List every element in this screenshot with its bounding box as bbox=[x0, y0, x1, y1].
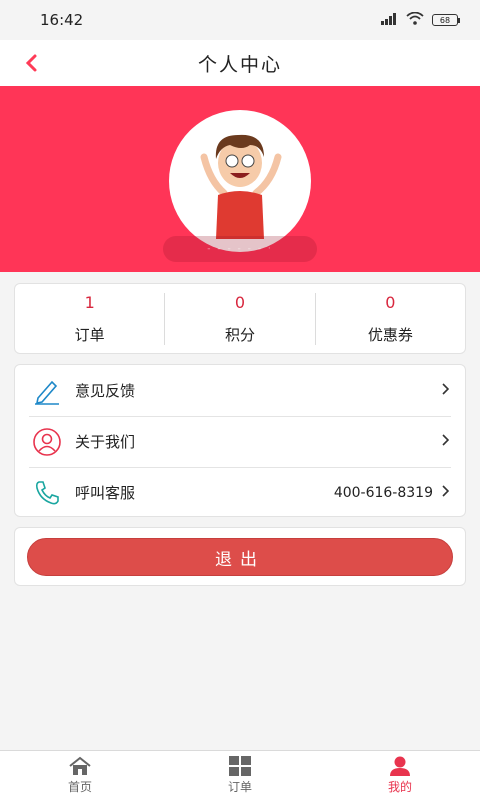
stat-label: 优惠券 bbox=[367, 325, 413, 344]
stat-value: 0 bbox=[385, 292, 396, 312]
stat-value: 1 bbox=[84, 292, 95, 312]
chevron-left-icon bbox=[25, 54, 37, 72]
profile-header: - - - - - - · bbox=[0, 86, 480, 272]
stat-label: 积分 bbox=[224, 325, 255, 344]
status-icons: 68 bbox=[380, 11, 460, 29]
tab-label: 首页 bbox=[67, 780, 92, 794]
battery-icon: 68 bbox=[432, 14, 460, 26]
menu-item-feedback[interactable]: 意见反馈 bbox=[15, 365, 465, 416]
tab-label: 订单 bbox=[227, 780, 252, 794]
user-icon bbox=[31, 426, 63, 458]
person-icon bbox=[390, 756, 410, 776]
pencil-icon bbox=[31, 375, 63, 407]
menu-item-label: 意见反馈 bbox=[75, 382, 136, 400]
stat-value: 0 bbox=[234, 292, 246, 312]
page-title: 个人中心 bbox=[197, 53, 282, 76]
tab-orders[interactable]: 订单 bbox=[160, 751, 320, 800]
menu-card: 意见反馈 关于我们 呼叫客服 400-616-8319 bbox=[14, 364, 466, 517]
status-time: 16:42 bbox=[40, 11, 84, 29]
cartoon-avatar-icon bbox=[198, 134, 284, 239]
stat-points[interactable]: 0 积分 bbox=[164, 292, 314, 345]
tab-label: 我的 bbox=[387, 780, 412, 794]
avatar[interactable] bbox=[169, 110, 311, 252]
menu-item-about[interactable]: 关于我们 bbox=[15, 416, 465, 467]
tab-mine[interactable]: 我的 bbox=[320, 751, 480, 800]
menu-item-label: 呼叫客服 bbox=[75, 484, 136, 502]
grid-icon bbox=[229, 756, 251, 776]
menu-item-label: 关于我们 bbox=[75, 433, 136, 451]
stat-orders[interactable]: 1 订单 bbox=[15, 293, 164, 345]
chevron-right-icon bbox=[441, 433, 450, 450]
username: - - - - - - · bbox=[163, 236, 317, 262]
stat-label: 订单 bbox=[74, 325, 105, 344]
service-phone-number: 400-616-8319 bbox=[333, 484, 433, 501]
phone-icon bbox=[31, 477, 63, 509]
stats-card: 1 订单 0 积分 0 优惠券 bbox=[14, 283, 466, 354]
back-button[interactable] bbox=[24, 48, 54, 78]
tab-bar: 首页 订单 我的 bbox=[0, 750, 480, 800]
tab-home[interactable]: 首页 bbox=[0, 751, 160, 800]
chevron-right-icon bbox=[441, 382, 450, 399]
menu-item-call-service[interactable]: 呼叫客服 400-616-8319 bbox=[15, 467, 465, 518]
signal-icon bbox=[380, 11, 398, 29]
logout-button[interactable]: 退出 bbox=[27, 538, 453, 576]
stat-coupons[interactable]: 0 优惠券 bbox=[314, 292, 465, 345]
logout-card: 退出 bbox=[14, 527, 466, 586]
wifi-icon bbox=[406, 11, 424, 29]
status-bar: 16:42 68 bbox=[0, 0, 480, 40]
home-icon bbox=[69, 756, 91, 775]
nav-bar: 个人中心 bbox=[0, 40, 480, 86]
chevron-right-icon bbox=[441, 484, 450, 501]
